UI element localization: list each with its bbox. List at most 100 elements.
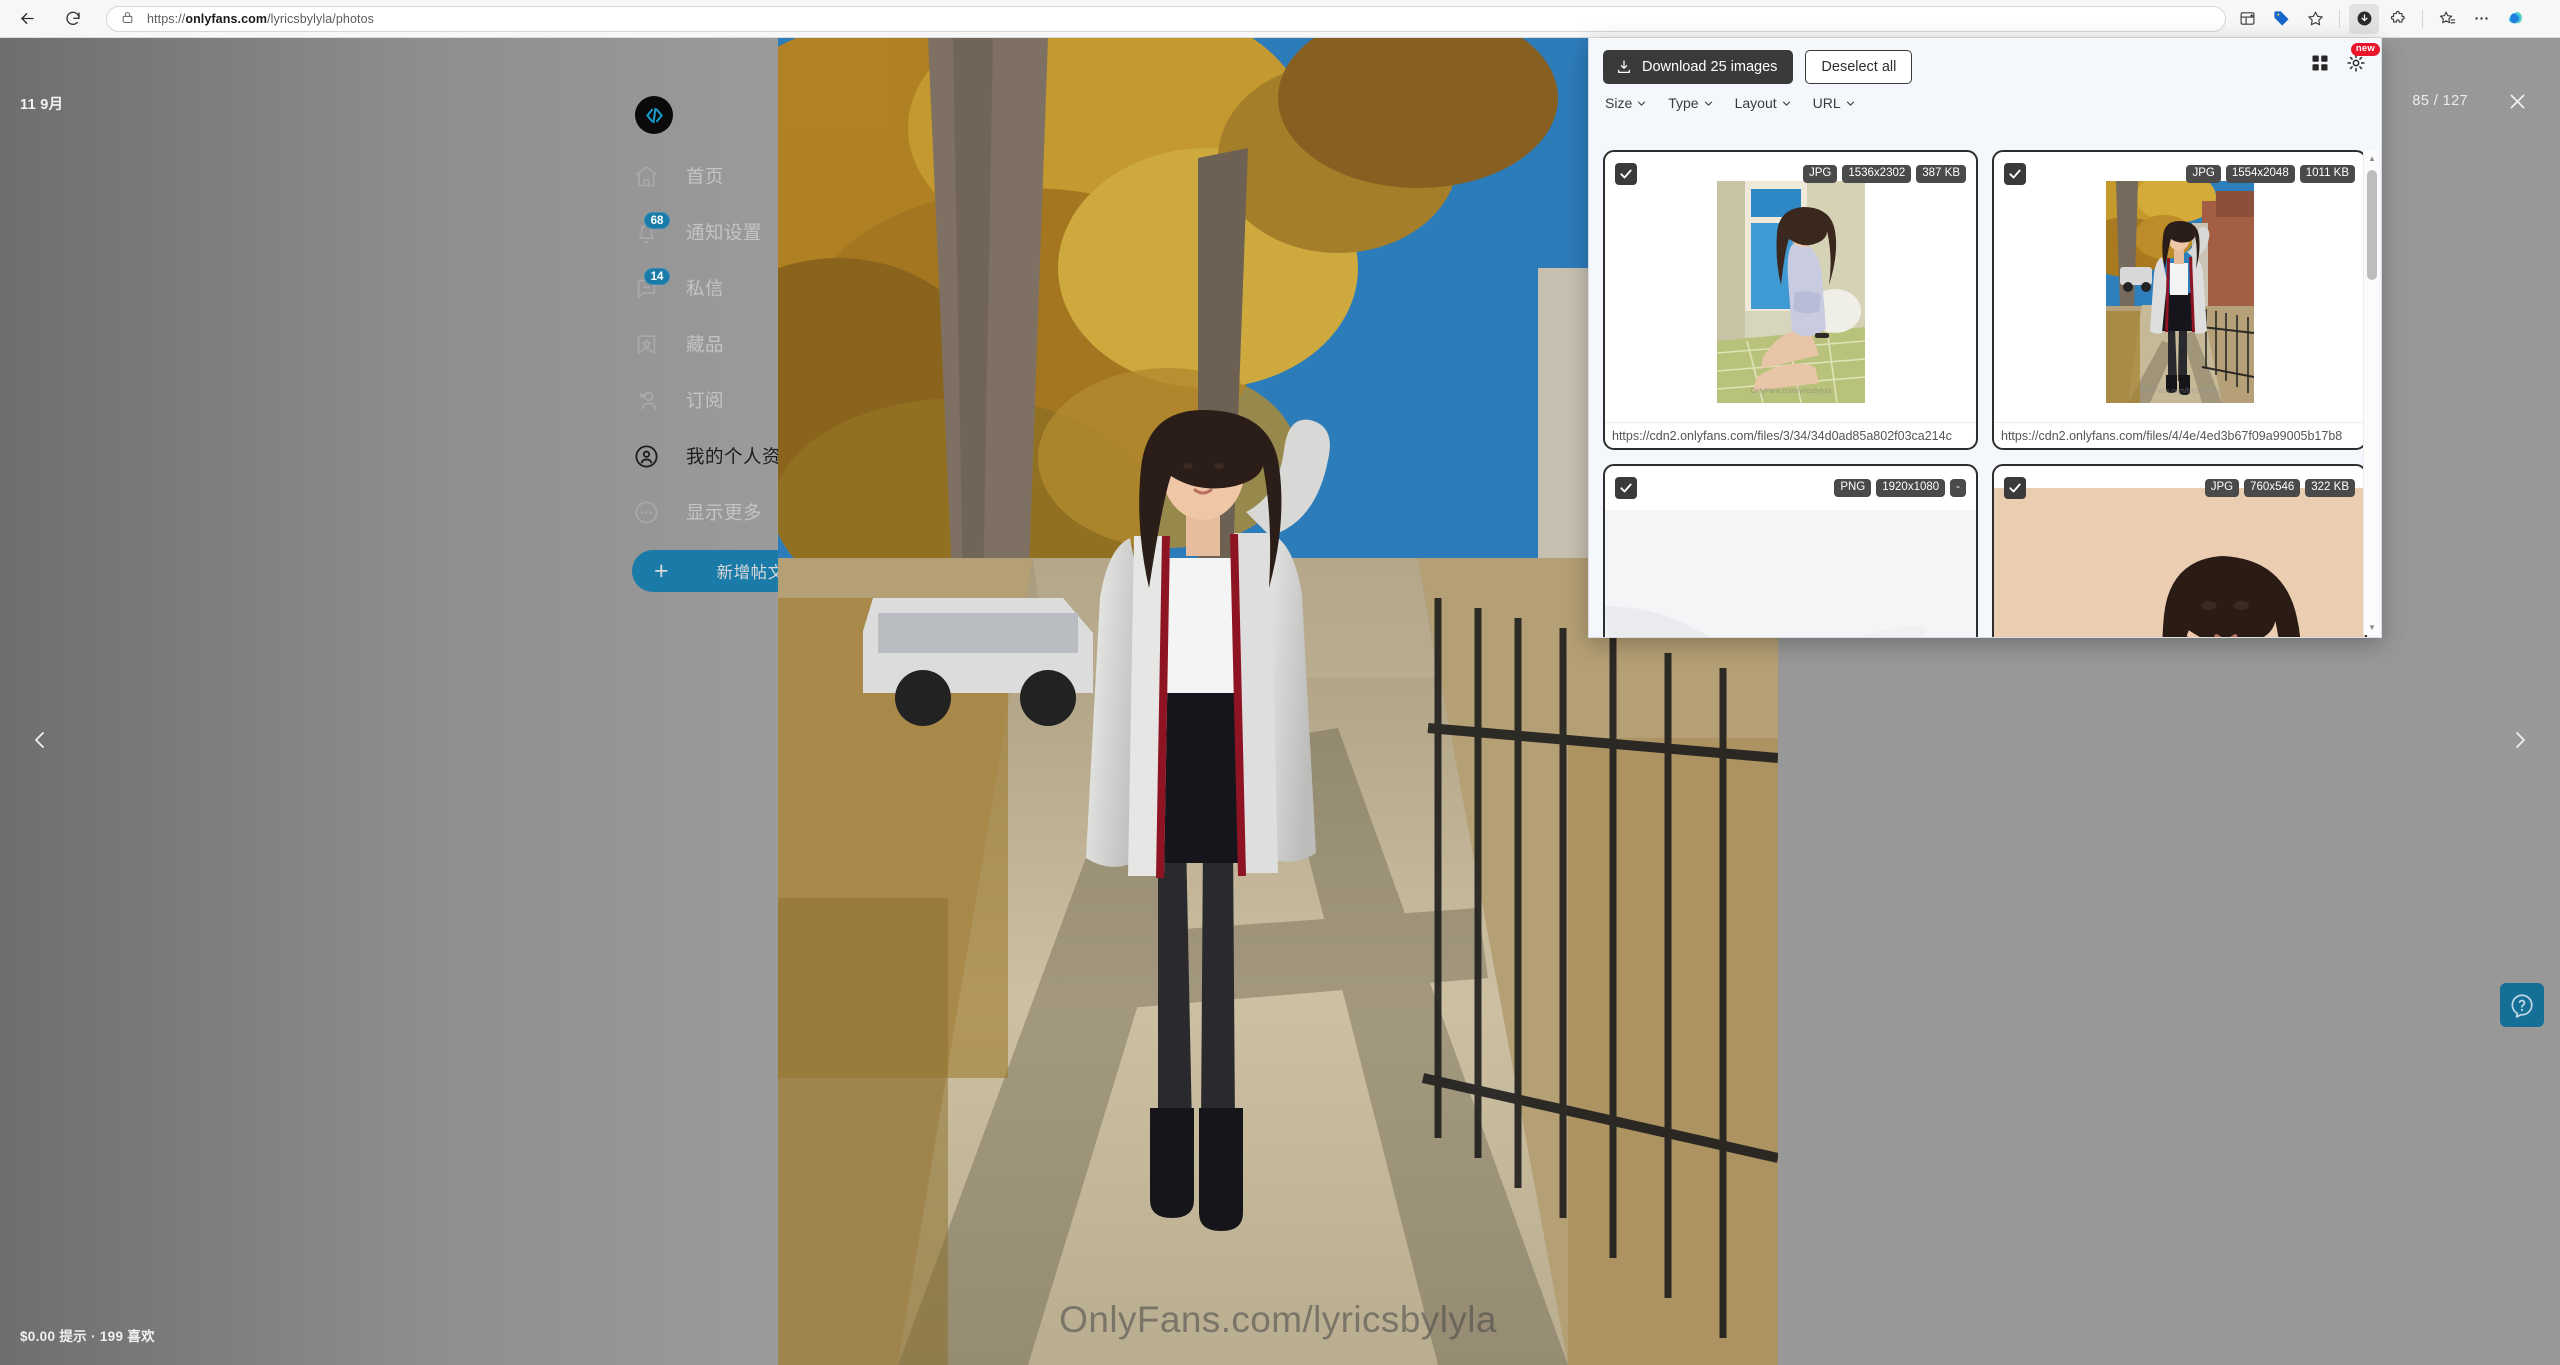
post-stats: $0.00 提示 · 199 喜欢 xyxy=(20,1329,155,1344)
download-button-label: Download 25 images xyxy=(1642,59,1778,75)
deselect-all-button[interactable]: Deselect all xyxy=(1805,50,1913,84)
panel-filters: Size Type Layout URL xyxy=(1589,84,2381,121)
filter-size[interactable]: Size xyxy=(1605,95,1646,111)
chevron-down-icon xyxy=(1704,101,1712,106)
card-url[interactable]: https://cdn2.onlyfans.com/files/4/4e/4ed… xyxy=(1994,422,2365,448)
toolbar-divider xyxy=(2339,9,2340,28)
svg-text:OnlyFans.com/lyricsbylyla: OnlyFans.com/lyricsbylyla xyxy=(2139,388,2220,395)
chevron-down-icon xyxy=(1638,101,1646,106)
card-filesize: - xyxy=(1950,478,1966,498)
card-dimensions: 1554x2048 xyxy=(2225,164,2295,184)
photo-watermark: OnlyFans.com/lyricsbylyla xyxy=(1059,1299,1497,1340)
new-post-label: 新增帖文 xyxy=(716,564,785,582)
image-card[interactable]: JPG 760x546 322 KB xyxy=(1992,464,2367,637)
card-dimensions: 1536x2302 xyxy=(1842,164,1912,184)
scroll-up-arrow[interactable]: ▲ xyxy=(2364,150,2380,166)
sidebar-label: 藏品 xyxy=(686,334,725,355)
filter-type[interactable]: Type xyxy=(1668,95,1712,111)
placeholder-shape xyxy=(1605,606,1795,637)
panel-scrollbar[interactable]: ▲ ▼ xyxy=(2363,150,2379,635)
notifications-badge: 68 xyxy=(644,212,670,229)
card-dimensions: 760x546 xyxy=(2244,478,2301,498)
gear-icon[interactable]: new xyxy=(2345,43,2380,74)
card-header: JPG 760x546 322 KB xyxy=(1994,466,2365,510)
card-checkbox[interactable] xyxy=(1615,477,1637,499)
more-dots-icon xyxy=(630,496,662,528)
user-heart-icon xyxy=(630,384,662,416)
card-url[interactable]: https://cdn2.onlyfans.com/files/3/34/34d… xyxy=(1605,422,1976,448)
panel-toolbar: Download 25 images Deselect all new xyxy=(1589,38,2381,84)
card-header: JPG 1536x2302 387 KB xyxy=(1605,152,1976,196)
card-checkbox[interactable] xyxy=(2004,477,2026,499)
message-icon: 14 xyxy=(630,268,670,304)
sidebar-label: 显示更多 xyxy=(686,502,763,523)
card-format: PNG xyxy=(1834,478,1872,498)
shopping-tag-icon[interactable] xyxy=(2266,4,2296,34)
previous-photo-button[interactable] xyxy=(18,718,62,762)
next-photo-button[interactable] xyxy=(2498,718,2542,762)
filter-url[interactable]: URL xyxy=(1813,95,1855,111)
chevron-down-icon xyxy=(1846,101,1854,106)
scrollbar-thumb[interactable] xyxy=(2367,170,2377,280)
card-tags: JPG 1536x2302 387 KB xyxy=(1802,164,1966,184)
image-card[interactable]: JPG 1536x2302 387 KB OnlyFans.com/lyrics… xyxy=(1603,150,1978,450)
sidebar-label: 通知设置 xyxy=(686,222,763,243)
close-viewer-button[interactable] xyxy=(2502,86,2532,116)
filter-type-label: Type xyxy=(1668,95,1699,111)
back-button[interactable] xyxy=(10,2,44,36)
card-filesize: 387 KB xyxy=(1916,164,1966,184)
card-filesize: 322 KB xyxy=(2305,478,2355,498)
thumbnail-image: OnlyFans.com/lyricsbylyla xyxy=(2105,181,2254,403)
filter-layout[interactable]: Layout xyxy=(1735,95,1791,111)
onlyfans-logo-icon[interactable] xyxy=(635,96,673,134)
plus-icon: + xyxy=(654,556,669,585)
filter-url-label: URL xyxy=(1812,95,1841,111)
extensions-puzzle-icon[interactable] xyxy=(2383,4,2413,34)
chevron-down-icon xyxy=(1782,101,1790,106)
svg-text:OnlyFans.com/lyricsbylyla: OnlyFans.com/lyricsbylyla xyxy=(1750,388,1831,395)
sidebar-label: 私信 xyxy=(686,278,725,299)
thumbnail-image xyxy=(1994,488,2365,637)
reload-button[interactable] xyxy=(56,2,90,36)
bookmark-star-icon xyxy=(630,328,662,360)
image-downloader-extension-icon[interactable] xyxy=(2349,3,2379,34)
favorites-star-icon[interactable] xyxy=(2300,4,2330,34)
new-badge: new xyxy=(2350,43,2380,56)
card-header: JPG 1554x2048 1011 KB xyxy=(1994,152,2365,196)
toolbar-divider-2 xyxy=(2422,9,2423,28)
card-thumbnail-blank xyxy=(1605,510,1976,637)
card-header: PNG 1920x1080 - xyxy=(1605,466,1976,510)
copilot-icon[interactable] xyxy=(2500,4,2530,34)
more-options-icon[interactable] xyxy=(2466,4,2496,34)
image-downloader-panel: Download 25 images Deselect all new Size… xyxy=(1588,38,2382,638)
help-button[interactable] xyxy=(2500,983,2544,1027)
browser-toolbar: https://onlyfans.com/lyricsbylyla/photos xyxy=(0,0,2560,38)
card-checkbox[interactable] xyxy=(1615,163,1637,185)
card-tags: JPG 1554x2048 1011 KB xyxy=(2186,164,2355,184)
card-tags: PNG 1920x1080 - xyxy=(1834,478,1966,498)
collections-icon[interactable] xyxy=(2232,4,2262,34)
download-images-button[interactable]: Download 25 images xyxy=(1603,50,1794,84)
bell-icon: 68 xyxy=(630,212,670,248)
lock-icon xyxy=(121,11,137,27)
thumbnail-image: OnlyFans.com/lyricsbylyla xyxy=(1716,181,1865,403)
collections-star-icon[interactable] xyxy=(2432,4,2462,34)
panel-header-icons: new xyxy=(2309,43,2380,74)
url-text: https://onlyfans.com/lyricsbylyla/photos xyxy=(147,11,375,26)
profile-circle-icon xyxy=(630,440,662,472)
image-card[interactable]: PNG 1920x1080 - xyxy=(1603,464,1978,637)
panel-image-list[interactable]: JPG 1536x2302 387 KB OnlyFans.com/lyrics… xyxy=(1589,150,2381,637)
scroll-down-arrow[interactable]: ▼ xyxy=(2364,619,2380,635)
card-format: JPG xyxy=(2186,164,2221,184)
card-format: JPG xyxy=(2204,478,2240,498)
home-icon xyxy=(630,160,662,192)
viewer-date: 11 9月 xyxy=(20,97,64,113)
address-bar[interactable]: https://onlyfans.com/lyricsbylyla/photos xyxy=(106,5,2226,32)
messages-badge: 14 xyxy=(644,268,670,285)
image-card[interactable]: JPG 1554x2048 1011 KB OnlyFans.com/lyric… xyxy=(1992,150,2367,450)
card-dimensions: 1920x1080 xyxy=(1876,478,1946,498)
card-checkbox[interactable] xyxy=(2004,163,2026,185)
grid-view-icon[interactable] xyxy=(2309,52,2331,74)
filter-layout-label: Layout xyxy=(1734,95,1777,111)
card-tags: JPG 760x546 322 KB xyxy=(2204,478,2355,498)
